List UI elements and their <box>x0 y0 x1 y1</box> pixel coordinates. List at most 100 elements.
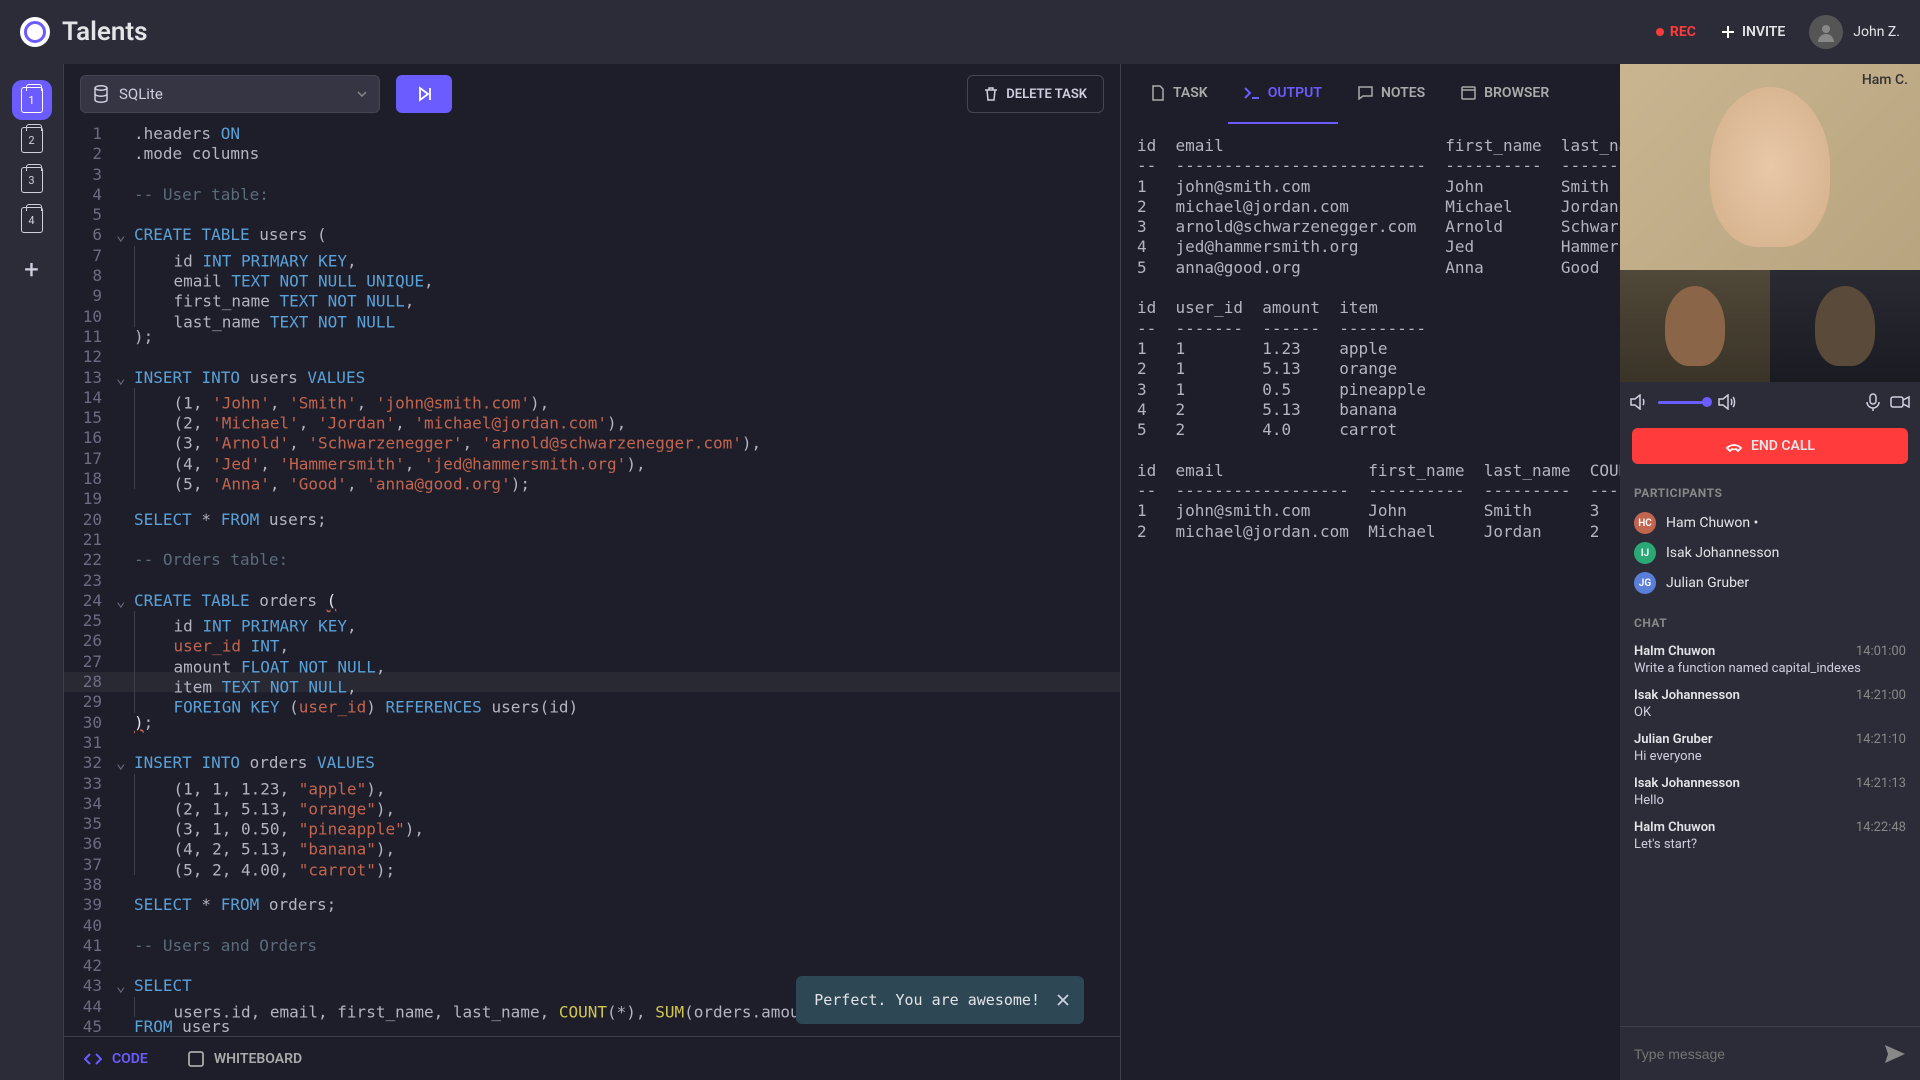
chat-msg-name: Isak Johannesson <box>1634 776 1740 791</box>
code-line[interactable]: 7 id INT PRIMARY KEY, <box>64 246 1120 266</box>
tab-browser[interactable]: BROWSER <box>1445 64 1565 124</box>
code-line[interactable]: 32⌄INSERT INTO orders VALUES <box>64 753 1120 773</box>
chat-message: Isak Johannesson 14:21:13Hello <box>1634 770 1906 814</box>
plus-icon <box>1720 24 1736 40</box>
code-line[interactable]: 14 (1, 'John', 'Smith', 'john@smith.com'… <box>64 388 1120 408</box>
invite-button[interactable]: INVITE <box>1720 24 1785 40</box>
delete-task-button[interactable]: DELETE TASK <box>967 75 1104 113</box>
browser-icon <box>1461 86 1476 100</box>
add-task-button[interactable]: + <box>12 250 52 290</box>
tab-code[interactable]: CODE <box>84 1051 148 1067</box>
code-line[interactable]: 2.mode columns <box>64 144 1120 164</box>
user-menu[interactable]: John Z. <box>1809 15 1900 49</box>
terminal-icon <box>1244 87 1260 99</box>
participant-name: Julian Gruber <box>1666 575 1749 591</box>
app-header: Talents REC INVITE John Z. <box>0 0 1920 64</box>
user-name: John Z. <box>1853 24 1900 40</box>
end-call-button[interactable]: END CALL <box>1632 428 1908 464</box>
record-indicator[interactable]: REC <box>1656 24 1696 40</box>
chat-message: Halm Chuwon14:22:48Let's start? <box>1634 814 1906 858</box>
code-line[interactable]: 31 <box>64 733 1120 753</box>
code-line[interactable]: 34 (2, 1, 5.13, "orange"), <box>64 794 1120 814</box>
code-line[interactable]: 24⌄CREATE TABLE orders ( <box>64 591 1120 611</box>
chat-msg-body: Write a function named capital_indexes <box>1634 659 1906 676</box>
code-line[interactable]: 4-- User table: <box>64 185 1120 205</box>
editor-toolbar: SQLite DELETE TASK <box>64 64 1120 124</box>
record-label: REC <box>1670 24 1696 40</box>
code-line[interactable]: 35 (3, 1, 0.50, "pineapple"), <box>64 814 1120 834</box>
code-editor[interactable]: 1.headers ON2.mode columns34-- User tabl… <box>64 124 1120 1036</box>
send-button[interactable] <box>1884 1044 1906 1064</box>
microphone-icon[interactable] <box>1866 393 1880 411</box>
participant-name: Isak Johannesson <box>1666 545 1779 561</box>
code-line[interactable]: 9 first_name TEXT NOT NULL, <box>64 286 1120 306</box>
camera-icon[interactable] <box>1890 395 1910 409</box>
code-line[interactable]: 5 <box>64 205 1120 225</box>
volume-slider[interactable] <box>1658 401 1708 404</box>
video-thumb-face <box>1815 286 1875 366</box>
code-line[interactable]: 26 user_id INT, <box>64 631 1120 651</box>
chat-list[interactable]: Halm Chuwon14:01:00Write a function name… <box>1620 638 1920 1026</box>
code-line[interactable]: 39SELECT * FROM orders; <box>64 895 1120 915</box>
code-line[interactable]: 28 item TEXT NOT NULL, <box>64 672 1120 692</box>
video-thumb-1[interactable] <box>1620 270 1770 382</box>
participant-row[interactable]: HCHam Chuwon • <box>1634 508 1906 538</box>
tab-whiteboard[interactable]: WHITEBOARD <box>188 1051 302 1067</box>
code-line[interactable]: 36 (4, 2, 5.13, "banana"), <box>64 834 1120 854</box>
code-line[interactable]: 22-- Orders table: <box>64 550 1120 570</box>
code-line[interactable]: 27 amount FLOAT NOT NULL, <box>64 652 1120 672</box>
code-line[interactable]: 3 <box>64 165 1120 185</box>
code-line[interactable]: 33 (1, 1, 1.23, "apple"), <box>64 774 1120 794</box>
video-thumb-2[interactable] <box>1770 270 1920 382</box>
video-main[interactable]: Ham C. <box>1620 64 1920 270</box>
code-line[interactable]: 10 last_name TEXT NOT NULL <box>64 307 1120 327</box>
sidebar-task-4[interactable]: 4 <box>12 200 52 240</box>
code-line[interactable]: 40 <box>64 916 1120 936</box>
video-thumb-face <box>1665 286 1725 366</box>
chat-input[interactable] <box>1634 1046 1874 1062</box>
database-select[interactable]: SQLite <box>80 75 380 113</box>
code-line[interactable]: 42 <box>64 956 1120 976</box>
participant-name: Ham Chuwon • <box>1666 515 1758 531</box>
tab-task[interactable]: TASK <box>1135 64 1224 124</box>
code-icon <box>84 1052 102 1066</box>
volume-down-icon[interactable] <box>1630 394 1648 410</box>
tab-browser-label: BROWSER <box>1484 85 1549 101</box>
tab-output[interactable]: OUTPUT <box>1228 64 1338 124</box>
code-line[interactable]: 12 <box>64 347 1120 367</box>
chat-msg-name: Julian Gruber <box>1634 732 1713 747</box>
code-line[interactable]: 21 <box>64 530 1120 550</box>
code-line[interactable]: 16 (3, 'Arnold', 'Schwarzenegger', 'arno… <box>64 428 1120 448</box>
sidebar-task-1[interactable]: 1 <box>12 80 52 120</box>
toast-close-button[interactable] <box>1056 993 1070 1007</box>
volume-up-icon[interactable] <box>1718 394 1738 410</box>
code-line[interactable]: 20SELECT * FROM users; <box>64 510 1120 530</box>
code-line[interactable]: 37 (5, 2, 4.00, "carrot"); <box>64 855 1120 875</box>
chat-msg-name: Halm Chuwon <box>1634 820 1715 835</box>
code-line[interactable]: 1.headers ON <box>64 124 1120 144</box>
code-line[interactable]: 13⌄INSERT INTO users VALUES <box>64 368 1120 388</box>
participant-row[interactable]: IJIsak Johannesson <box>1634 538 1906 568</box>
chat-msg-body: Hello <box>1634 791 1906 808</box>
code-line[interactable]: 8 email TEXT NOT NULL UNIQUE, <box>64 266 1120 286</box>
code-line[interactable]: 29 FOREIGN KEY (user_id) REFERENCES user… <box>64 692 1120 712</box>
chat-msg-body: Let's start? <box>1634 835 1906 852</box>
editor-bottom-tabs: CODE WHITEBOARD <box>64 1036 1120 1080</box>
code-line[interactable]: 23 <box>64 571 1120 591</box>
code-line[interactable]: 25 id INT PRIMARY KEY, <box>64 611 1120 631</box>
brand-name: Talents <box>62 17 148 47</box>
code-line[interactable]: 17 (4, 'Jed', 'Hammersmith', 'jed@hammer… <box>64 449 1120 469</box>
code-line[interactable]: 41-- Users and Orders <box>64 936 1120 956</box>
chat-msg-time: 14:21:13 <box>1856 776 1906 791</box>
tab-notes[interactable]: NOTES <box>1342 64 1441 124</box>
task-sidebar: 1234 + <box>0 64 64 1080</box>
output-content[interactable]: id email first_name last_name -- -------… <box>1121 124 1620 1080</box>
sidebar-task-2[interactable]: 2 <box>12 120 52 160</box>
participant-row[interactable]: JGJulian Gruber <box>1634 568 1906 598</box>
editor-pane: SQLite DELETE TASK 1.headers ON2.mode co… <box>64 64 1120 1080</box>
sidebar-task-3[interactable]: 3 <box>12 160 52 200</box>
record-dot-icon <box>1656 28 1664 36</box>
code-line[interactable]: 15 (2, 'Michael', 'Jordan', 'michael@jor… <box>64 408 1120 428</box>
run-button[interactable] <box>396 75 452 113</box>
code-line[interactable]: 6⌄CREATE TABLE users ( <box>64 225 1120 245</box>
